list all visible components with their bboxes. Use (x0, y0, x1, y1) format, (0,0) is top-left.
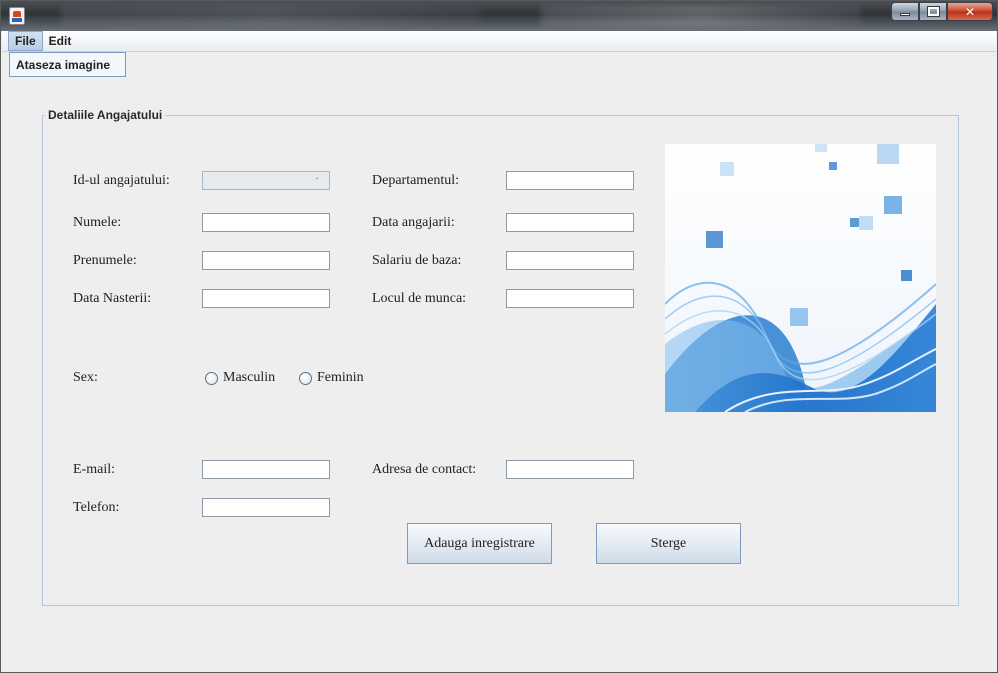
close-icon: ✕ (964, 4, 976, 19)
add-record-button[interactable]: Adauga inregistrare (407, 523, 552, 564)
radio-feminin-label[interactable]: Feminin (317, 370, 364, 386)
label-numele: Numele: (73, 215, 122, 230)
close-button[interactable]: ✕ (947, 2, 993, 21)
departament-field[interactable] (506, 171, 634, 190)
title-bar-background (61, 5, 481, 27)
label-id: Id-ul angajatului: (73, 173, 170, 188)
label-prenumele: Prenumele: (73, 253, 137, 268)
label-email: E-mail: (73, 462, 115, 477)
label-data-angajarii: Data angajarii: (372, 215, 455, 230)
label-salariu: Salariu de baza: (372, 253, 462, 268)
telefon-field[interactable] (202, 498, 330, 517)
data-angajarii-field[interactable] (506, 213, 634, 232)
maximize-icon (926, 6, 940, 17)
java-app-icon[interactable] (9, 7, 25, 25)
radio-masculin[interactable] (205, 372, 218, 385)
minimize-button[interactable] (891, 2, 919, 21)
menu-edit-label: Edit (48, 34, 72, 48)
file-menu-dropdown: Ataseza imagine (9, 52, 126, 77)
menu-file[interactable]: File (8, 31, 43, 51)
title-bar-background-2 (541, 5, 861, 27)
menu-file-label: File (15, 34, 36, 48)
maximize-button[interactable] (919, 2, 947, 21)
minimize-icon (900, 13, 910, 16)
numele-field[interactable] (202, 213, 330, 232)
title-bar[interactable]: ✕ (1, 1, 997, 31)
label-data-nasterii: Data Nasterii: (73, 291, 152, 306)
label-telefon: Telefon: (73, 500, 120, 515)
salariu-field[interactable] (506, 251, 634, 270)
menu-edit[interactable]: Edit (43, 31, 78, 51)
adresa-field[interactable] (506, 460, 634, 479)
label-locul-de-munca: Locul de munca: (372, 291, 467, 306)
id-field (202, 171, 330, 190)
label-adresa: Adresa de contact: (372, 462, 477, 477)
label-sex: Sex: (73, 370, 98, 385)
application-window: ✕ File Edit Ataseza imagine Detaliile An… (0, 0, 998, 673)
radio-feminin[interactable] (299, 372, 312, 385)
email-field[interactable] (202, 460, 330, 479)
window-controls: ✕ (891, 2, 993, 22)
employee-photo-image (665, 144, 936, 412)
delete-button[interactable]: Sterge (596, 523, 741, 564)
panel-title: Detaliile Angajatului (45, 108, 166, 122)
menu-bar: File Edit (2, 31, 996, 52)
locul-de-munca-field[interactable] (506, 289, 634, 308)
data-nasterii-field[interactable] (202, 289, 330, 308)
label-departament: Departamentul: (372, 173, 460, 188)
radio-masculin-label[interactable]: Masculin (223, 370, 275, 386)
menu-item-ataseza-imagine[interactable]: Ataseza imagine (16, 58, 125, 72)
prenumele-field[interactable] (202, 251, 330, 270)
abstract-wave-image (665, 144, 936, 412)
